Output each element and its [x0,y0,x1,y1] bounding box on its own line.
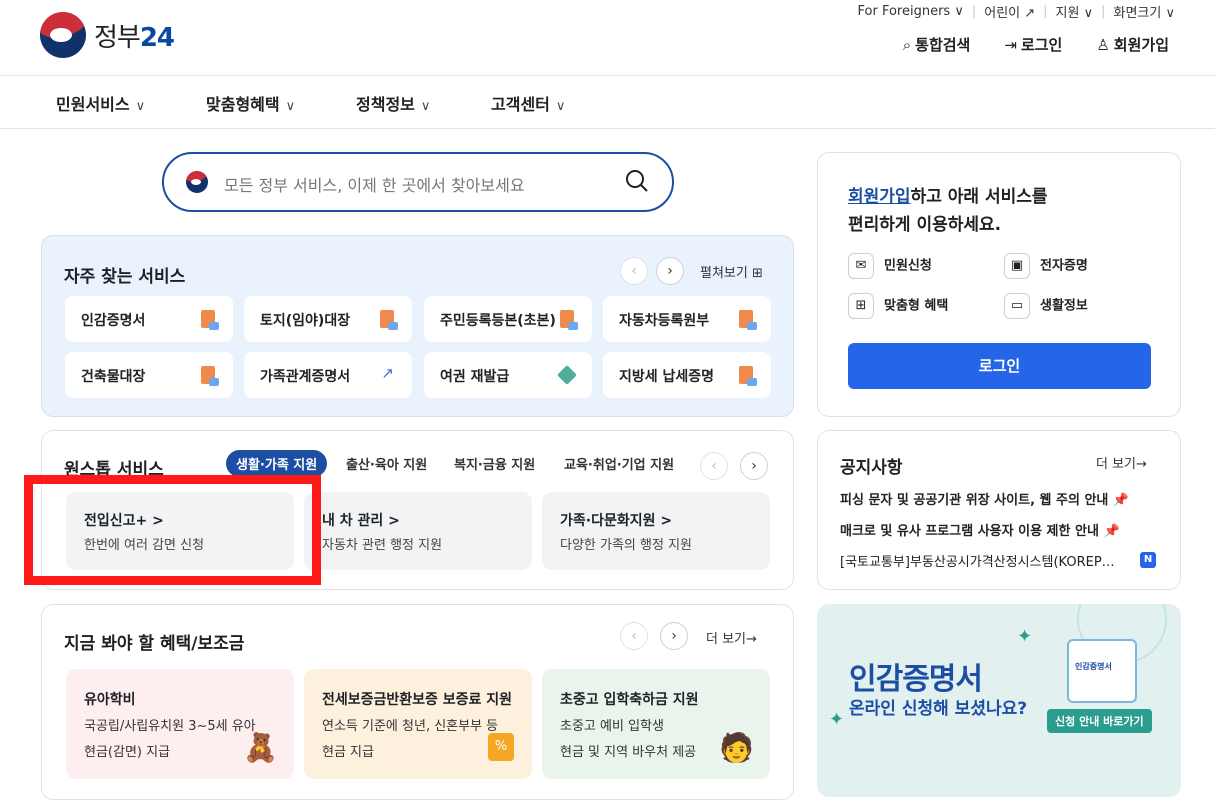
grid-icon: ⊞ [751,266,763,281]
service-item[interactable]: 토지(임야)대장 [244,296,412,342]
notice-item[interactable]: [국토교통부]부동산공시가격산정시스템(KOREP… [840,551,1115,570]
login-message: 회원가입하고 아래 서비스를 편리하게 이용하세요. [848,187,1048,235]
pen-icon [557,365,577,385]
external-link-icon: ↗ [381,364,394,382]
benefit-tile[interactable]: 전세보증금반환보증 보증료 지원 연소득 기준에 청년, 신혼부부 등 현금 지… [304,669,532,779]
document-icon [560,310,578,330]
taegeuk-emblem-icon [40,12,86,58]
new-badge: N [1140,552,1156,568]
tab-life-family[interactable]: 생활·가족 지원 [226,450,328,477]
account-actions: ⌕ 통합검색 ⇥ 로그인 ♙ 회원가입 [903,34,1169,55]
benefit-tile[interactable]: 초중고 입학축하금 지원 초중고 예비 입학생 현금 및 지역 바우처 제공 🧑 [542,669,770,779]
chevron-down-icon: ∨ [135,99,146,114]
feature-life-info: ▭ 생활정보 [1004,293,1088,319]
search-icon[interactable] [624,168,650,194]
more-link[interactable]: 더 보기→ [1096,453,1147,472]
notice-item[interactable]: 피싱 문자 및 공공기관 위장 사이트, 웹 주의 안내 📌 [840,489,1129,508]
bookmark-icon: ▭ [1004,293,1030,319]
next-arrow-button[interactable]: › [740,452,768,480]
service-item[interactable]: 건축물대장 [65,352,233,398]
signup-link[interactable]: ♙ 회원가입 [1096,34,1169,55]
sparkle-icon: ✦ [829,709,845,730]
next-arrow-button[interactable]: › [660,622,688,650]
nav-civil-service[interactable]: 민원서비스 ∨ [56,91,145,115]
main-search-bar[interactable]: 모든 정부 서비스, 이제 한 곳에서 찾아보세요 [162,152,674,212]
prev-arrow-button[interactable]: ‹ [700,452,728,480]
logo-number: 24 [139,22,175,53]
service-item[interactable]: 자동차등록원부 [603,296,771,342]
chevron-down-icon: ∨ [555,99,566,114]
prev-arrow-button[interactable]: ‹ [620,257,648,285]
document-icon: 인감증명서 [1067,639,1137,703]
student-character-icon: 🧑 [719,731,754,764]
document-icon [739,366,757,386]
document-icon [201,310,219,330]
user-add-icon: ♙ [1096,36,1110,54]
promo-banner[interactable]: 인감증명서 ✦ ✦ 인감증명서 온라인 신청해 보셨나요? 신청 안내 바로가기 [817,604,1181,797]
nav-custom-benefits[interactable]: 맞춤형혜택 ∨ [206,91,295,115]
service-item[interactable]: 주민등록등본(초본) [424,296,592,342]
utility-bar: For Foreigners ∨ | 어린이 ↗ | 지원 ∨ | 화면크기 ∨ [857,2,1176,21]
banner-title: 인감증명서 [849,662,983,697]
main-nav: 민원서비스 ∨ 맞춤형혜택 ∨ 정책정보 ∨ 고객센터 ∨ [0,77,1215,129]
site-header: 정부24 For Foreigners ∨ | 어린이 ↗ | 지원 ∨ | 화면크기… [0,0,1215,76]
search-icon: ⌕ [902,36,912,54]
chevron-down-icon: ∨ [420,99,431,114]
benefit-tile[interactable]: 유아학비 국공립/사립유치원 3~5세 유아 현금(감면) 지급 🧸 [66,669,294,779]
child-character-icon: 🧸 [243,731,278,764]
document-icon [739,310,757,330]
service-item[interactable]: 가족관계증명서 ↗ [244,352,412,398]
signup-highlight-link[interactable]: 회원가입 [848,187,911,207]
feature-civil-apply: ✉ 민원신청 [848,253,932,279]
feature-e-cert: ▣ 전자증명 [1004,253,1088,279]
certificate-icon: ▣ [1004,253,1030,279]
document-icon [380,310,398,330]
kids-link[interactable]: 어린이 ↗ [984,2,1035,21]
site-logo[interactable]: 정부24 [40,12,175,58]
login-button[interactable]: 로그인 [848,343,1151,389]
support-menu[interactable]: 지원 ∨ [1056,2,1094,21]
expand-view-link[interactable]: 펼쳐보기 ⊞ [700,262,763,281]
tab-welfare-finance[interactable]: 복지·금융 지원 [444,450,545,477]
banner-subtitle: 온라인 신청해 보셨나요? [849,699,1028,719]
notice-item[interactable]: 매크로 및 유사 프로그램 사용자 이용 제한 안내 📌 [840,520,1120,539]
login-icon: ⇥ [1004,36,1017,54]
onestop-tile[interactable]: 가족·다문화지원 > 다양한 가족의 행정 지원 [542,492,770,570]
inbox-icon: ✉ [848,253,874,279]
frequent-services-panel: 자주 찾는 서비스 ‹ › 펼쳐보기 ⊞ 인감증명서 토지(임야)대장 주민등록… [41,235,794,417]
for-foreigners-link[interactable]: For Foreigners ∨ [858,4,964,19]
discount-tag-icon: % [488,733,514,761]
login-link[interactable]: ⇥ 로그인 [1004,34,1062,55]
service-item[interactable]: 여권 재발급 [424,352,592,398]
chevron-down-icon: ∨ [285,99,296,114]
nav-policy-info[interactable]: 정책정보 ∨ [356,91,430,115]
document-icon [201,366,219,386]
font-size-menu[interactable]: 화면크기 ∨ [1114,2,1176,21]
integrated-search-button[interactable]: ⌕ 통합검색 [903,34,971,55]
feature-custom-benefit: ⊞ 맞춤형 혜택 [848,293,948,319]
logo-text: 정부 [94,22,141,53]
section-title: 지금 봐야 할 혜택/보조금 [64,634,245,654]
taegeuk-emblem-icon [186,171,208,193]
login-panel: 회원가입하고 아래 서비스를 편리하게 이용하세요. ✉ 민원신청 ▣ 전자증명 ⊞ 맞… [817,152,1181,417]
tab-birth-childcare[interactable]: 출산·육아 지원 [336,450,437,477]
onestop-tile[interactable]: 내 차 관리 > 자동차 관련 행정 지원 [304,492,532,570]
service-item[interactable]: 지방세 납세증명 [603,352,771,398]
benefits-panel: 지금 봐야 할 혜택/보조금 ‹ › 더 보기→ 유아학비 국공립/사립유치원 … [41,604,794,800]
service-item[interactable]: 인감증명서 [65,296,233,342]
banner-cta-button[interactable]: 신청 안내 바로가기 [1047,709,1152,733]
section-title: 자주 찾는 서비스 [64,267,186,287]
more-link[interactable]: 더 보기→ [706,628,757,647]
section-title: 공지사항 [840,458,903,478]
nav-customer-center[interactable]: 고객센터 ∨ [491,91,565,115]
tab-education-employment[interactable]: 교육·취업·기업 지원 [554,450,684,477]
gift-icon: ⊞ [848,293,874,319]
highlight-annotation-box [24,475,321,585]
notice-panel: 공지사항 더 보기→ 피싱 문자 및 공공기관 위장 사이트, 웹 주의 안내 … [817,430,1181,590]
next-arrow-button[interactable]: › [656,257,684,285]
sparkle-icon: ✦ [1017,626,1033,647]
prev-arrow-button[interactable]: ‹ [620,622,648,650]
search-input[interactable]: 모든 정부 서비스, 이제 한 곳에서 찾아보세요 [224,172,525,196]
